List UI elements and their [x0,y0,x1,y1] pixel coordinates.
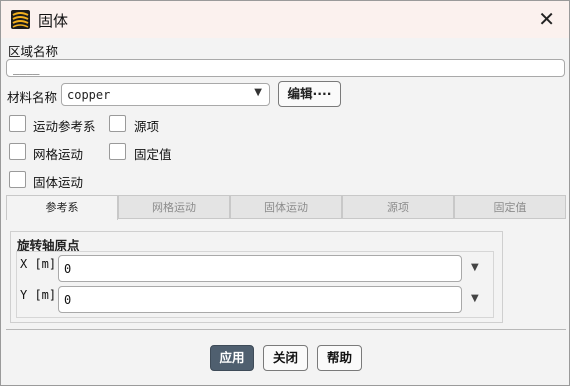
dialog-title: 固体 [38,12,69,30]
x-options-dropdown-icon[interactable]: ▼ [471,262,479,273]
fixed-values-label: 固定值 [134,147,172,162]
y-coordinate-value: 0 [64,293,72,307]
mesh-motion-label: 网格运动 [33,147,84,162]
solid-dialog: 固体 ✕ 区域名称 ____ 材料名称 copper ▼ 编辑···· 运动参考… [0,0,570,386]
x-coordinate-label: X [m] [20,257,57,271]
solid-motion-checkbox[interactable] [9,171,26,188]
source-terms-checkbox[interactable] [109,115,126,132]
x-coordinate-input[interactable]: 0 [58,255,462,282]
y-options-dropdown-icon[interactable]: ▼ [471,293,479,304]
material-select[interactable]: copper ▼ [61,83,270,106]
x-coordinate-value: 0 [64,262,72,276]
chevron-down-icon: ▼ [254,87,262,98]
mesh-motion-checkbox[interactable] [9,143,26,160]
rotation-origin-fields: X [m] 0 ▼ Y [m] 0 ▼ [16,251,494,318]
motion-frame-checkbox[interactable] [9,115,26,132]
zone-name-label: 区域名称 [8,44,59,59]
solid-motion-label: 固体运动 [33,175,84,190]
tab-fixed-values[interactable]: 固定值 [454,195,566,219]
edit-material-button[interactable]: 编辑···· [278,81,341,107]
y-coordinate-label: Y [m] [20,288,57,302]
close-icon[interactable]: ✕ [538,7,555,31]
apply-button[interactable]: 应用 [210,345,254,371]
motion-frame-label: 运动参考系 [33,119,96,134]
fluent-app-icon [11,10,30,29]
tab-reference-frame[interactable]: 参考系 [6,195,118,220]
tab-bar: 参考系 网格运动 固体运动 源项 固定值 [6,195,566,220]
zone-name-value: ____ [13,62,40,75]
material-select-value: copper [67,88,111,102]
close-button[interactable]: 关闭 [263,345,308,371]
fixed-values-checkbox[interactable] [109,143,126,160]
help-button[interactable]: 帮助 [317,345,362,371]
title-bar: 固体 ✕ [1,1,569,38]
rotation-origin-group: 旋转轴原点 X [m] 0 ▼ Y [m] 0 ▼ [10,231,503,323]
tab-solid-motion[interactable]: 固体运动 [230,195,342,219]
y-coordinate-input[interactable]: 0 [58,286,462,313]
tab-mesh-motion[interactable]: 网格运动 [118,195,230,219]
source-terms-label: 源项 [134,119,160,134]
material-name-label: 材料名称 [7,90,58,105]
zone-name-field[interactable]: ____ [6,59,565,77]
tab-source-terms[interactable]: 源项 [342,195,454,219]
footer-divider [6,329,566,330]
